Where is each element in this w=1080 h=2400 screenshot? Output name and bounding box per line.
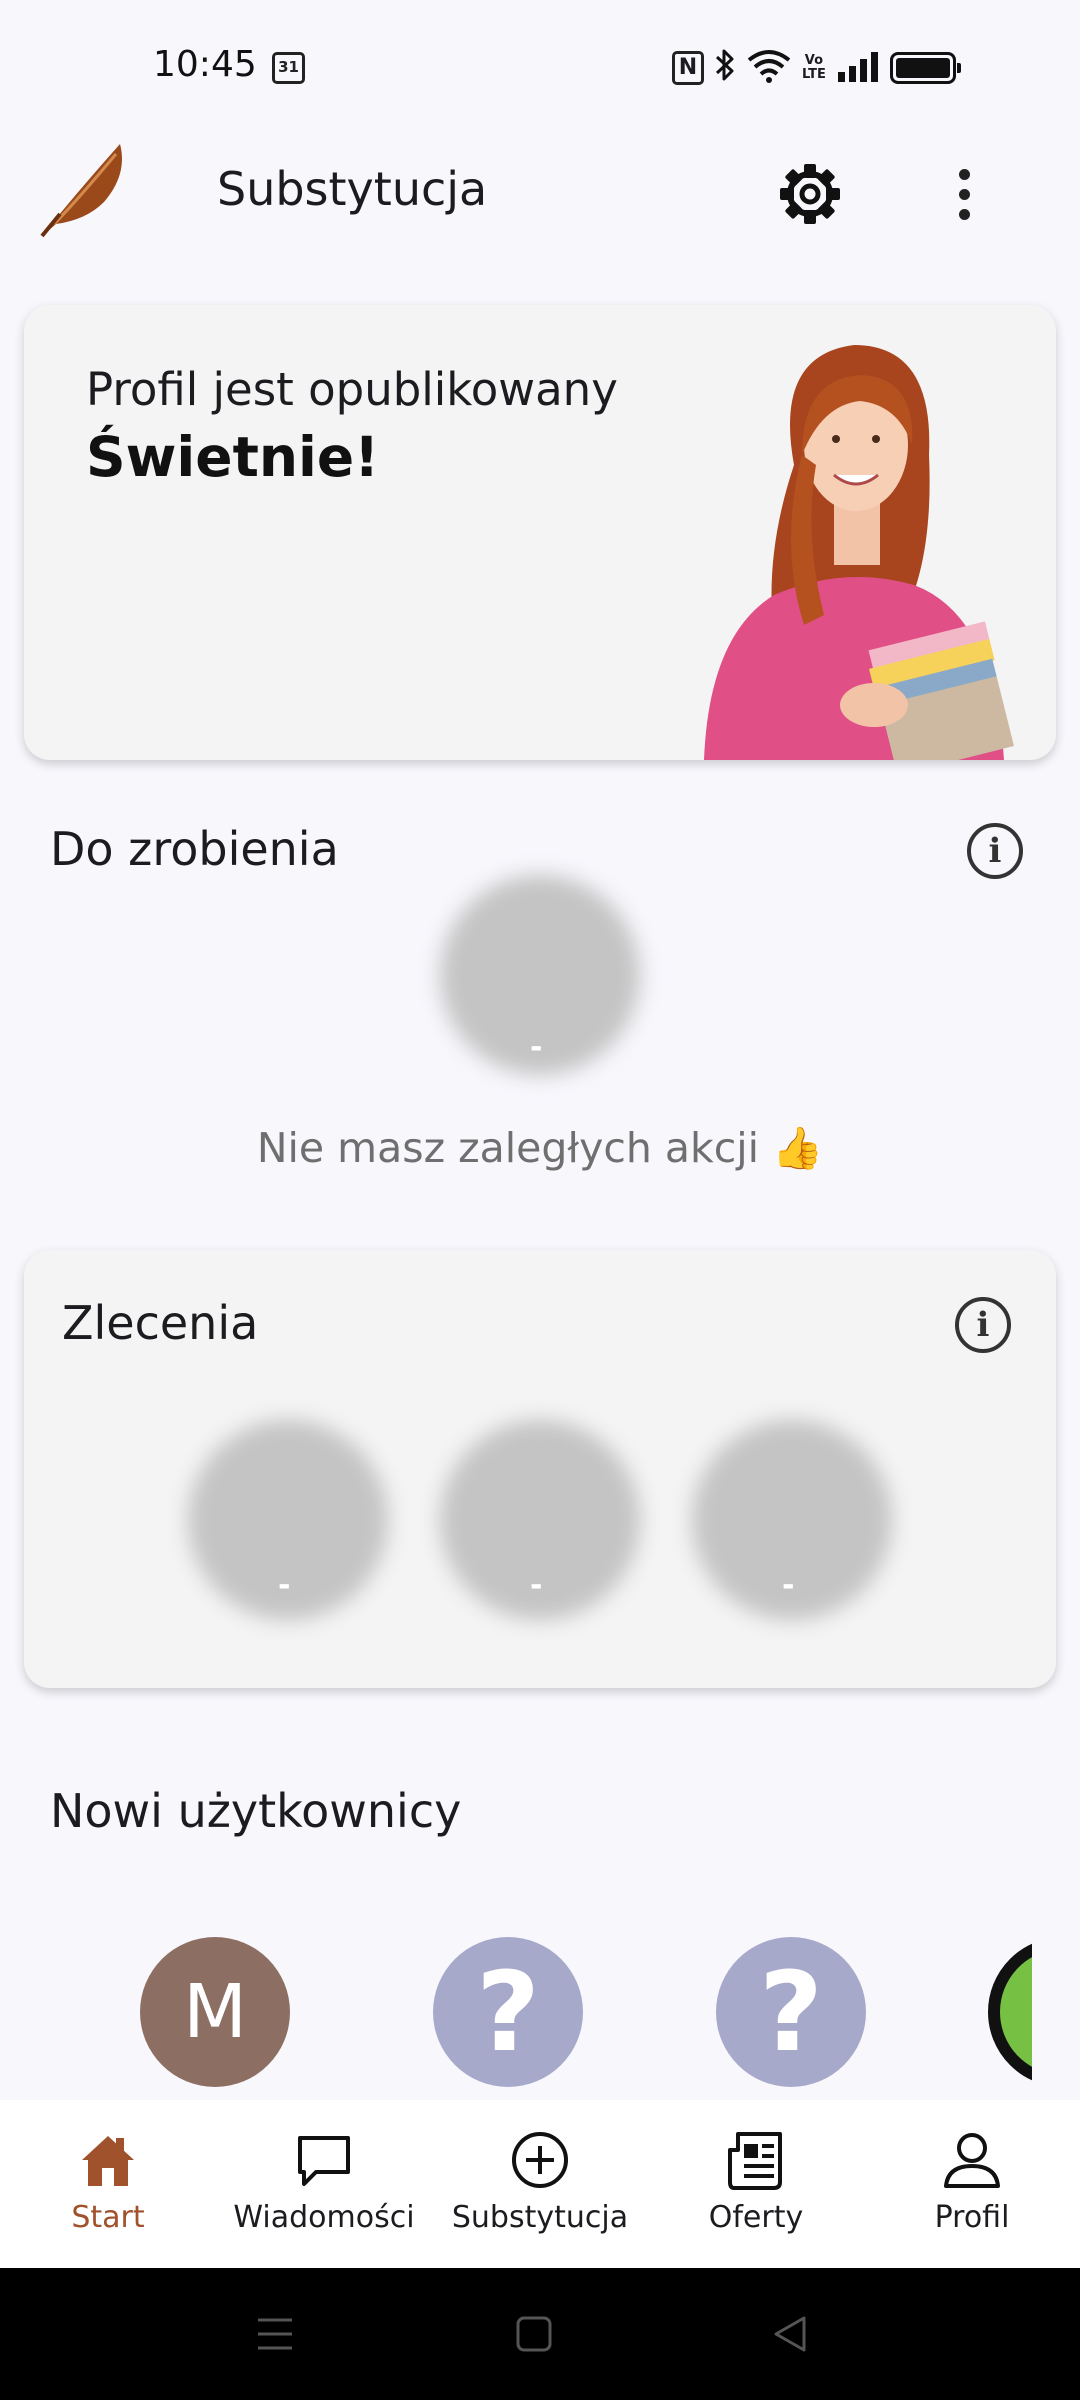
nav-label: Substytucja (451, 2200, 629, 2235)
orders-section-title: Zlecenia (62, 1296, 259, 1350)
nav-messages[interactable]: Wiadomości (216, 2100, 432, 2268)
orders-card[interactable]: Zlecenia i - - - (24, 1250, 1056, 1688)
person-icon (944, 2133, 1000, 2188)
nav-profile[interactable]: Profil (864, 2100, 1080, 2268)
volte-icon: Vo LTE (802, 53, 826, 82)
battery-icon (889, 52, 961, 84)
profile-status-card[interactable]: Profil jest opublikowany Świetnie! (24, 305, 1056, 760)
system-navigation-bar (0, 2268, 1080, 2400)
profile-status-text: Profil jest opublikowany (86, 363, 618, 416)
status-icons: N Vo LTE (672, 47, 961, 90)
user-avatar[interactable]: M (140, 1937, 290, 2087)
nav-label: Oferty (708, 2200, 804, 2235)
recent-apps-icon[interactable] (256, 2314, 294, 2354)
nav-label: Profil (934, 2200, 1010, 2235)
newspaper-icon (728, 2132, 782, 2190)
back-icon[interactable] (772, 2314, 808, 2354)
app-title: Substytucja (217, 162, 488, 216)
user-avatar-unknown[interactable]: ? (716, 1937, 866, 2087)
orders-stat-value: - (278, 1568, 291, 1603)
nav-start[interactable]: Start (0, 2100, 216, 2268)
gear-icon (780, 164, 840, 224)
nav-label: Start (71, 2200, 145, 2235)
feather-logo-icon (34, 140, 134, 240)
signal-icon (836, 50, 880, 86)
orders-info-icon[interactable]: i (955, 1297, 1011, 1353)
add-circle-icon (512, 2132, 568, 2188)
new-users-carousel[interactable]: M ? ? (0, 1900, 1032, 2100)
more-vert-icon (958, 168, 970, 180)
new-users-section-title: Nowi użytkownicy (50, 1784, 462, 1838)
home-system-icon[interactable] (516, 2314, 552, 2354)
status-time: 10:45 (153, 44, 257, 85)
nav-substytucja[interactable]: Substytucja (432, 2100, 648, 2268)
settings-button[interactable] (776, 160, 844, 228)
todo-stat-value: - (530, 1030, 543, 1065)
more-options-button[interactable] (930, 160, 998, 228)
profile-status-headline: Świetnie! (86, 425, 380, 489)
todo-info-icon[interactable]: i (967, 823, 1023, 879)
user-avatar-unknown[interactable]: ? (433, 1937, 583, 2087)
orders-stat-value: - (782, 1568, 795, 1603)
bluetooth-icon (714, 47, 736, 90)
nfc-icon: N (672, 51, 704, 85)
nav-label: Wiadomości (233, 2200, 415, 2235)
calendar-notification-icon: 31 (272, 52, 305, 84)
woman-with-books-image (684, 335, 1024, 760)
todo-section-title: Do zrobienia (50, 822, 339, 876)
chat-icon (298, 2136, 350, 2186)
wifi-icon (746, 48, 792, 88)
nav-offers[interactable]: Oferty (648, 2100, 864, 2268)
user-avatar-partial[interactable] (988, 1937, 1032, 2087)
bottom-navigation: Start Wiadomości Substytucja Oferty Prof… (0, 2100, 1080, 2268)
orders-stat-value: - (530, 1568, 543, 1603)
home-icon (82, 2136, 134, 2186)
todo-empty-message: Nie masz zaległych akcji 👍 (256, 1124, 824, 1172)
